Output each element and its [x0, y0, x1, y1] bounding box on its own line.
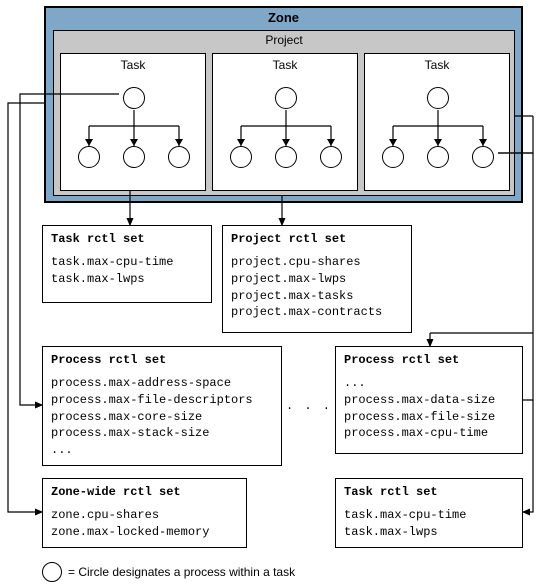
task-box: Task	[212, 53, 358, 191]
box-line: process.max-file-size	[344, 409, 514, 426]
box-line: project.cpu-shares	[231, 254, 403, 271]
process-circle-icon	[427, 146, 449, 168]
zone-title: Zone	[46, 8, 521, 27]
task-title: Task	[213, 54, 357, 76]
project-container: Project Task Task	[53, 30, 515, 196]
box-line: task.max-lwps	[51, 271, 203, 288]
task-title: Task	[365, 54, 509, 76]
box-title: Task rctl set	[344, 485, 514, 499]
process-rctl-set-box-left: Process rctl set process.max-address-spa…	[42, 346, 282, 466]
process-circle-icon	[78, 146, 100, 168]
zone-container: Zone Project Task Task	[44, 6, 523, 203]
process-circle-icon	[123, 146, 145, 168]
project-rctl-set-box: Project rctl set project.cpu-shares proj…	[222, 225, 412, 333]
project-title: Project	[54, 31, 514, 49]
task-title: Task	[61, 54, 205, 76]
process-circle-icon	[427, 87, 449, 109]
box-line: process.max-cpu-time	[344, 425, 514, 442]
legend-circle-icon	[42, 562, 62, 582]
box-line: process.max-core-size	[51, 409, 273, 426]
legend: = Circle designates a process within a t…	[42, 562, 295, 582]
box-title: Process rctl set	[344, 353, 514, 367]
box-line: process.max-data-size	[344, 392, 514, 409]
legend-text: = Circle designates a process within a t…	[68, 565, 295, 579]
task-rctl-set-box-right: Task rctl set task.max-cpu-time task.max…	[335, 478, 523, 548]
box-line: task.max-cpu-time	[344, 507, 514, 524]
box-line: ...	[51, 442, 273, 459]
box-line: ...	[344, 375, 514, 392]
task-box: Task	[60, 53, 206, 191]
task-box: Task	[364, 53, 510, 191]
zone-wide-rctl-set-box: Zone-wide rctl set zone.cpu-shares zone.…	[42, 478, 247, 548]
process-circle-icon	[320, 146, 342, 168]
process-circle-icon	[123, 87, 145, 109]
box-line: project.max-lwps	[231, 271, 403, 288]
process-circle-icon	[230, 146, 252, 168]
box-line: zone.cpu-shares	[51, 507, 238, 524]
process-rctl-set-box-right: Process rctl set ... process.max-data-si…	[335, 346, 523, 454]
box-title: Zone-wide rctl set	[51, 485, 238, 499]
box-line: process.max-address-space	[51, 375, 273, 392]
box-line: zone.max-locked-memory	[51, 524, 238, 541]
process-circle-icon	[472, 146, 494, 168]
process-circle-icon	[275, 146, 297, 168]
box-line: task.max-cpu-time	[51, 254, 203, 271]
box-line: project.max-tasks	[231, 288, 403, 305]
box-line: process.max-stack-size	[51, 425, 273, 442]
process-circle-icon	[168, 146, 190, 168]
box-title: Task rctl set	[51, 232, 203, 246]
process-circle-icon	[382, 146, 404, 168]
box-line: project.max-contracts	[231, 304, 403, 321]
process-circle-icon	[275, 87, 297, 109]
task-rctl-set-box-left: Task rctl set task.max-cpu-time task.max…	[42, 225, 212, 303]
box-line: process.max-file-descriptors	[51, 392, 273, 409]
box-line: task.max-lwps	[344, 524, 514, 541]
box-title: Project rctl set	[231, 232, 403, 246]
box-title: Process rctl set	[51, 353, 273, 367]
